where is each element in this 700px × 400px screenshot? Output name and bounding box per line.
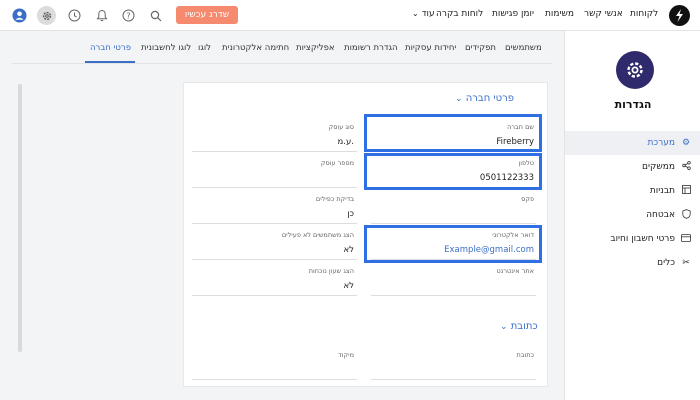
business-type-value[interactable]: ע.מ. xyxy=(338,137,355,147)
address-section-title: כתובת xyxy=(510,321,538,332)
sidebar-item-templates[interactable]: תבניות xyxy=(565,179,700,203)
sidebar-item-tools[interactable]: כלים ✂ xyxy=(565,251,700,275)
tab-record-settings[interactable]: הגדרת רשומות xyxy=(344,43,398,53)
gear-icon[interactable] xyxy=(37,6,56,25)
sidebar-item-label: כלים xyxy=(657,258,675,268)
show-inactive-users-value[interactable]: לא xyxy=(343,245,354,255)
show-inactive-users-label: הצג משתמשים לא פעילים xyxy=(281,231,354,239)
duplicate-check-underline xyxy=(192,223,357,224)
gear-icon xyxy=(627,62,643,78)
svg-text:?: ? xyxy=(126,11,130,20)
nav-contacts[interactable]: אנשי קשר xyxy=(584,9,623,19)
tab-business-units[interactable]: יחידות עסקיות xyxy=(405,43,456,53)
duplicate-check-label: בדיקת כפילים xyxy=(315,195,354,203)
business-number-label: מספר עוסק xyxy=(320,159,354,167)
chevron-down-icon: ⌄ xyxy=(412,9,419,18)
company-section-header[interactable]: ⌄ פרטי חברה xyxy=(455,93,514,104)
nav-tasks[interactable]: משימות xyxy=(545,9,574,19)
help-icon[interactable]: ? xyxy=(119,6,138,25)
chevron-down-icon: ⌄ xyxy=(455,94,463,104)
tab-roles[interactable]: תפקידים xyxy=(465,43,496,53)
website-label: אתר אינטרנט xyxy=(496,267,534,275)
business-number-underline xyxy=(192,187,357,188)
company-section-title: פרטי חברה xyxy=(465,93,515,104)
fax-underline xyxy=(371,223,536,224)
search-icon[interactable] xyxy=(146,6,165,25)
settings-sidebar: הגדרות מערכת ⚙ ממשקים תבניות אבטחה פרטי … xyxy=(564,31,700,400)
address-label: כתובת xyxy=(516,351,534,359)
chevron-down-icon: ⌄ xyxy=(500,322,508,332)
nav-dashboards[interactable]: לוחות בקרה xyxy=(436,9,483,19)
show-current-time-label: הצג שעון נוכחות xyxy=(308,267,354,275)
settings-logo xyxy=(616,51,654,89)
tab-invoice-logo[interactable]: לוגו לחשבונית xyxy=(141,43,191,53)
website-underline xyxy=(371,295,536,296)
top-bar: לקוחות אנשי קשר משימות יומן פגישות לוחות… xyxy=(0,0,700,31)
tab-company-details[interactable]: פרטי חברה xyxy=(90,43,131,53)
tab-digital-signature[interactable]: חתימה אלקטרונית xyxy=(222,43,289,53)
upgrade-button[interactable]: שדרג עכשיו xyxy=(176,6,238,24)
app-logo[interactable] xyxy=(669,5,690,26)
nav-more-label: עוד xyxy=(421,9,435,19)
sidebar-item-system[interactable]: מערכת ⚙ xyxy=(565,131,700,155)
billing-icon xyxy=(681,233,691,245)
sidebar-title: הגדרות xyxy=(614,98,652,111)
fax-label: פקס xyxy=(521,195,534,203)
sidebar-item-label: מערכת xyxy=(647,138,675,148)
show-current-time-underline xyxy=(192,295,357,296)
address-underline xyxy=(371,379,536,380)
shield-icon xyxy=(681,208,691,222)
sidebar-item-label: תבניות xyxy=(649,186,675,196)
bell-icon[interactable] xyxy=(92,6,111,25)
nav-calendar[interactable]: יומן פגישות xyxy=(492,9,534,19)
phone-highlight xyxy=(364,153,542,190)
business-type-label: סוג עוסק xyxy=(328,123,354,131)
user-avatar-icon[interactable] xyxy=(10,6,29,25)
template-icon xyxy=(681,185,691,197)
tab-logo[interactable]: לוגו xyxy=(198,43,211,53)
settings-tabs: פרטי חברה לוגו לחשבונית לוגו חתימה אלקטר… xyxy=(0,31,564,63)
company-name-highlight xyxy=(364,114,542,152)
share-icon xyxy=(681,161,691,173)
show-inactive-users-underline xyxy=(192,259,357,260)
sidebar-item-billing[interactable]: פרטי חשבון וחיוב xyxy=(565,227,700,251)
tools-icon: ✂ xyxy=(682,258,690,268)
sidebar-item-label: פרטי חשבון וחיוב xyxy=(610,234,675,244)
email-highlight xyxy=(364,225,542,263)
clock-icon[interactable] xyxy=(65,6,84,25)
sidebar-item-label: אבטחה xyxy=(646,210,675,220)
business-type-underline xyxy=(192,151,357,152)
nav-more[interactable]: ⌄ עוד xyxy=(412,9,435,19)
content-scrollbar[interactable] xyxy=(18,84,22,352)
zip-label: מיקוד xyxy=(338,351,354,359)
tabs-divider xyxy=(12,63,552,64)
show-current-time-value[interactable]: לא xyxy=(343,281,354,291)
tab-applications[interactable]: אפליקציות xyxy=(296,43,335,53)
gear-icon: ⚙ xyxy=(681,138,691,148)
sidebar-item-integrations[interactable]: ממשקים xyxy=(565,155,700,179)
zip-underline xyxy=(192,379,357,380)
sidebar-item-security[interactable]: אבטחה xyxy=(565,203,700,227)
tab-users[interactable]: משתמשים xyxy=(505,43,542,53)
nav-leads[interactable]: לקוחות xyxy=(630,9,658,19)
address-section-header[interactable]: ⌄ כתובת xyxy=(500,321,538,332)
duplicate-check-value[interactable]: כן xyxy=(347,209,354,219)
sidebar-item-label: ממשקים xyxy=(642,162,675,172)
